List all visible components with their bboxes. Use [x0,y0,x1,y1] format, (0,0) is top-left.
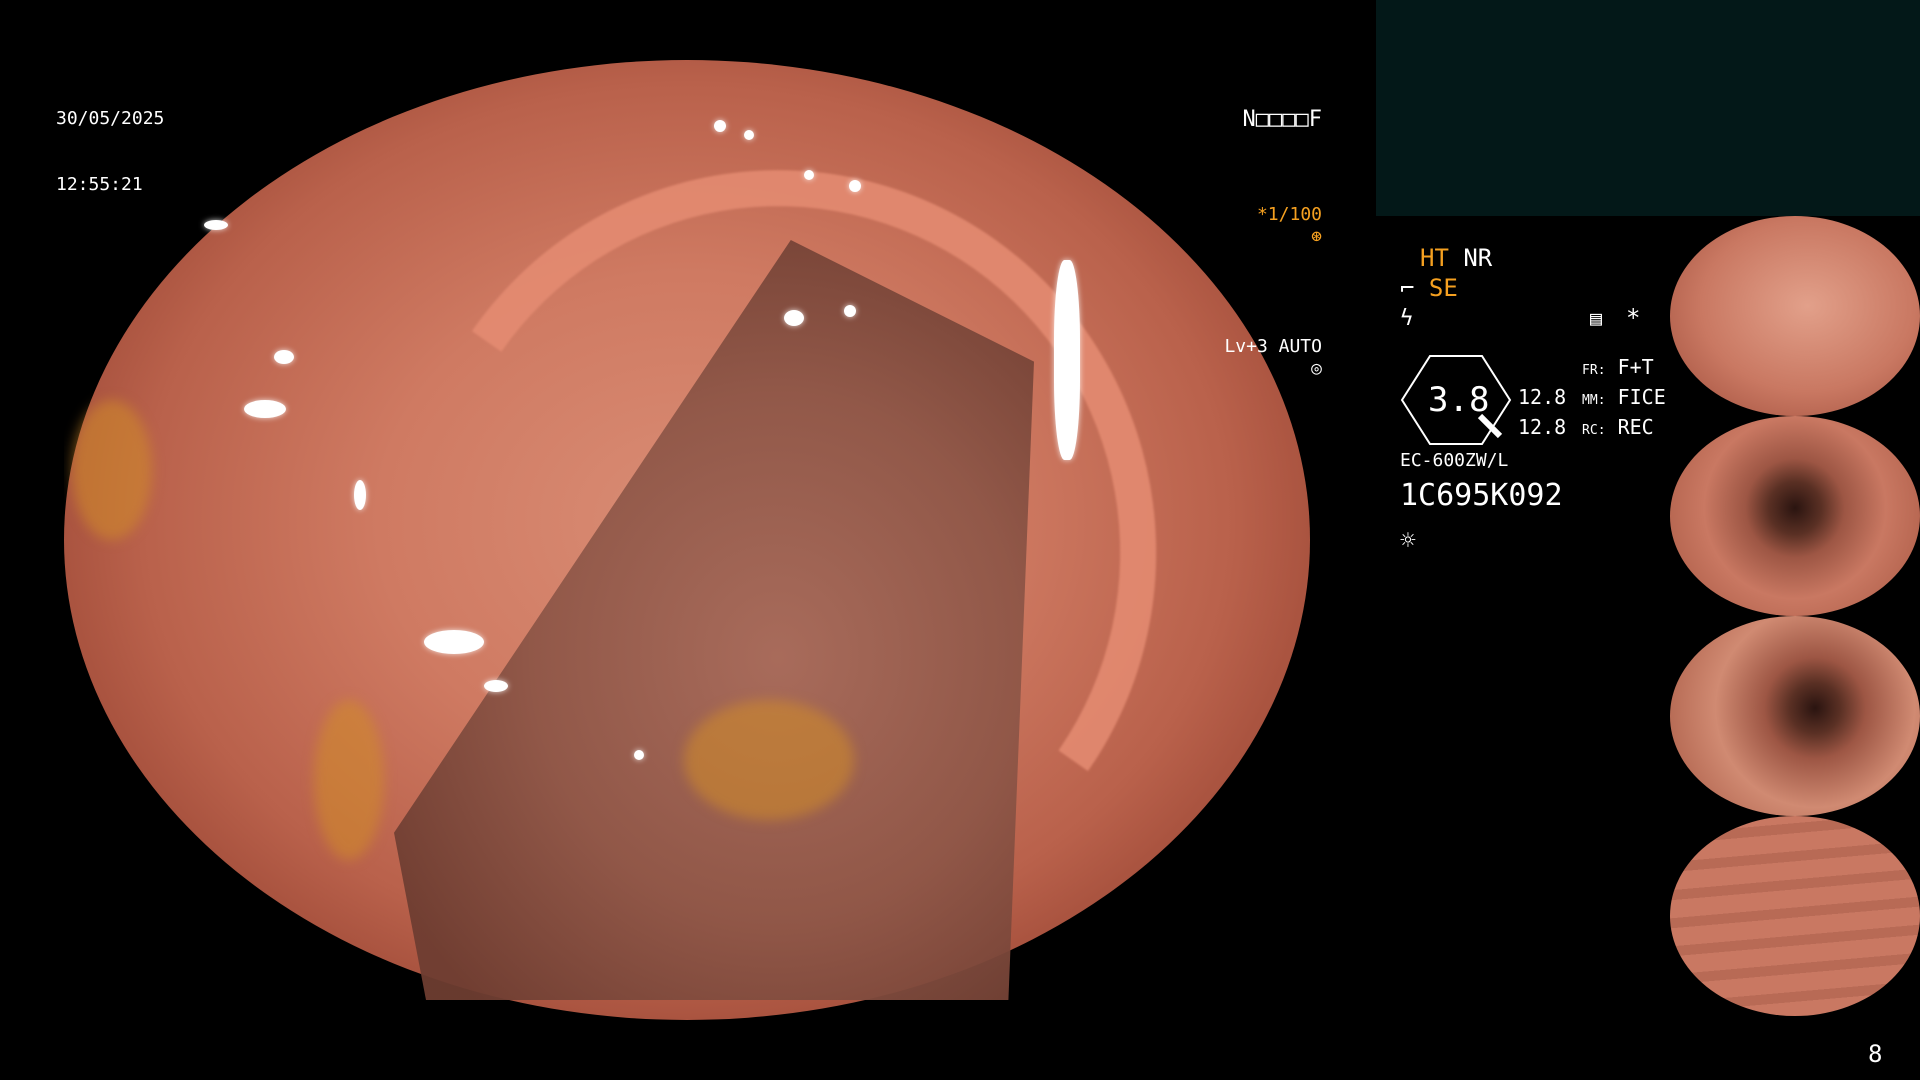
readout-label-2: MM: [1582,393,1606,408]
readout-label-3: RC: [1582,423,1606,438]
specular-highlight [354,480,366,510]
gauge-value: 3.8 [1428,380,1490,420]
mode-indicator: N□□□□F [1242,107,1322,132]
level-text: Lv+3 AUTO [1224,336,1322,357]
thumbnail-1[interactable] [1670,216,1920,416]
scope-icon: ⌐ [1400,274,1415,302]
thumbnail-image [1670,616,1920,816]
scope-status: N□□□□F *1/100 ⊛ Lv+3 AUTO ◎ [1126,64,1322,424]
side-panel: HT NR ⌐ SE ϟ ▤ * 3.8 FR: F+T 12.8 MM: FI… [1376,0,1920,1080]
specular-highlight [844,305,856,317]
sun-icon: ☼ [1400,526,1416,556]
ht-flag: HT [1420,244,1449,272]
readout-left-3: 12.8 [1518,415,1567,439]
auto-icon: ◎ [1311,358,1322,379]
nr-flag: NR [1463,244,1493,272]
thumbnail-4[interactable] [1670,816,1920,1016]
exposure-text: *1/100 [1256,204,1322,225]
stool-residue [684,700,854,820]
colon-mucosa-image [64,60,1310,1020]
endoscope-view [64,60,1310,1020]
specular-highlight [424,630,484,654]
stool-residue [72,400,152,540]
timestamp: 30/05/2025 12:55:21 [56,64,164,218]
lightning-icon: ϟ [1400,306,1414,331]
specular-highlight [634,750,644,760]
page-number: 8 [1868,1040,1883,1068]
specular-highlight [484,680,508,692]
thumbnail-image [1670,816,1920,1016]
scope-serial: 1C695K092 [1400,478,1563,513]
gauge-readout: FR: F+T 12.8 MM: FICE 12.8 RC: REC [1518,354,1666,444]
specular-highlight [1054,260,1080,460]
time-text: 12:55:21 [56,174,143,195]
thumbnail-image [1670,216,1920,416]
specular-highlight [244,400,286,418]
se-row: ⌐ SE [1400,274,1458,302]
readout-value-1: F+T [1617,355,1654,379]
gauge-widget: 3.8 [1400,354,1512,445]
specular-highlight [274,350,294,364]
asterisk-icon: * [1626,304,1641,332]
readout-left-2: 12.8 [1518,385,1567,409]
specular-highlight [204,220,228,230]
readout-label-1: FR: [1582,363,1606,378]
readout-row-1: FR: F+T [1518,354,1666,384]
thumbnail-strip [1670,216,1920,1016]
specular-highlight [744,130,754,140]
specular-highlight [784,310,804,326]
info-panel-top [1376,0,1920,216]
level-indicator: Lv+3 AUTO ◎ [1126,314,1322,402]
se-flag: SE [1428,274,1458,302]
thumbnail-3[interactable] [1670,616,1920,816]
readout-row-2: 12.8 MM: FICE [1518,384,1666,414]
flags-row: HT NR [1420,244,1492,272]
exposure-indicator: *1/100 ⊛ [1126,182,1322,270]
date-text: 30/05/2025 [56,108,165,129]
aperture-icon: ⊛ [1311,226,1322,247]
thumbnail-image [1670,416,1920,616]
specular-highlight [849,180,861,192]
specular-highlight [804,170,814,180]
memo-icon: ▤ [1590,306,1603,330]
settings-panel: HT NR ⌐ SE ϟ ▤ * 3.8 FR: F+T 12.8 MM: FI… [1400,244,1680,564]
readout-row-3: 12.8 RC: REC [1518,414,1666,444]
stool-residue [314,700,384,860]
readout-value-3: REC [1617,415,1654,439]
specular-highlight [714,120,726,132]
scope-model: EC-600ZW/L [1400,450,1509,471]
readout-value-2: FICE [1617,385,1666,409]
thumbnail-2[interactable] [1670,416,1920,616]
